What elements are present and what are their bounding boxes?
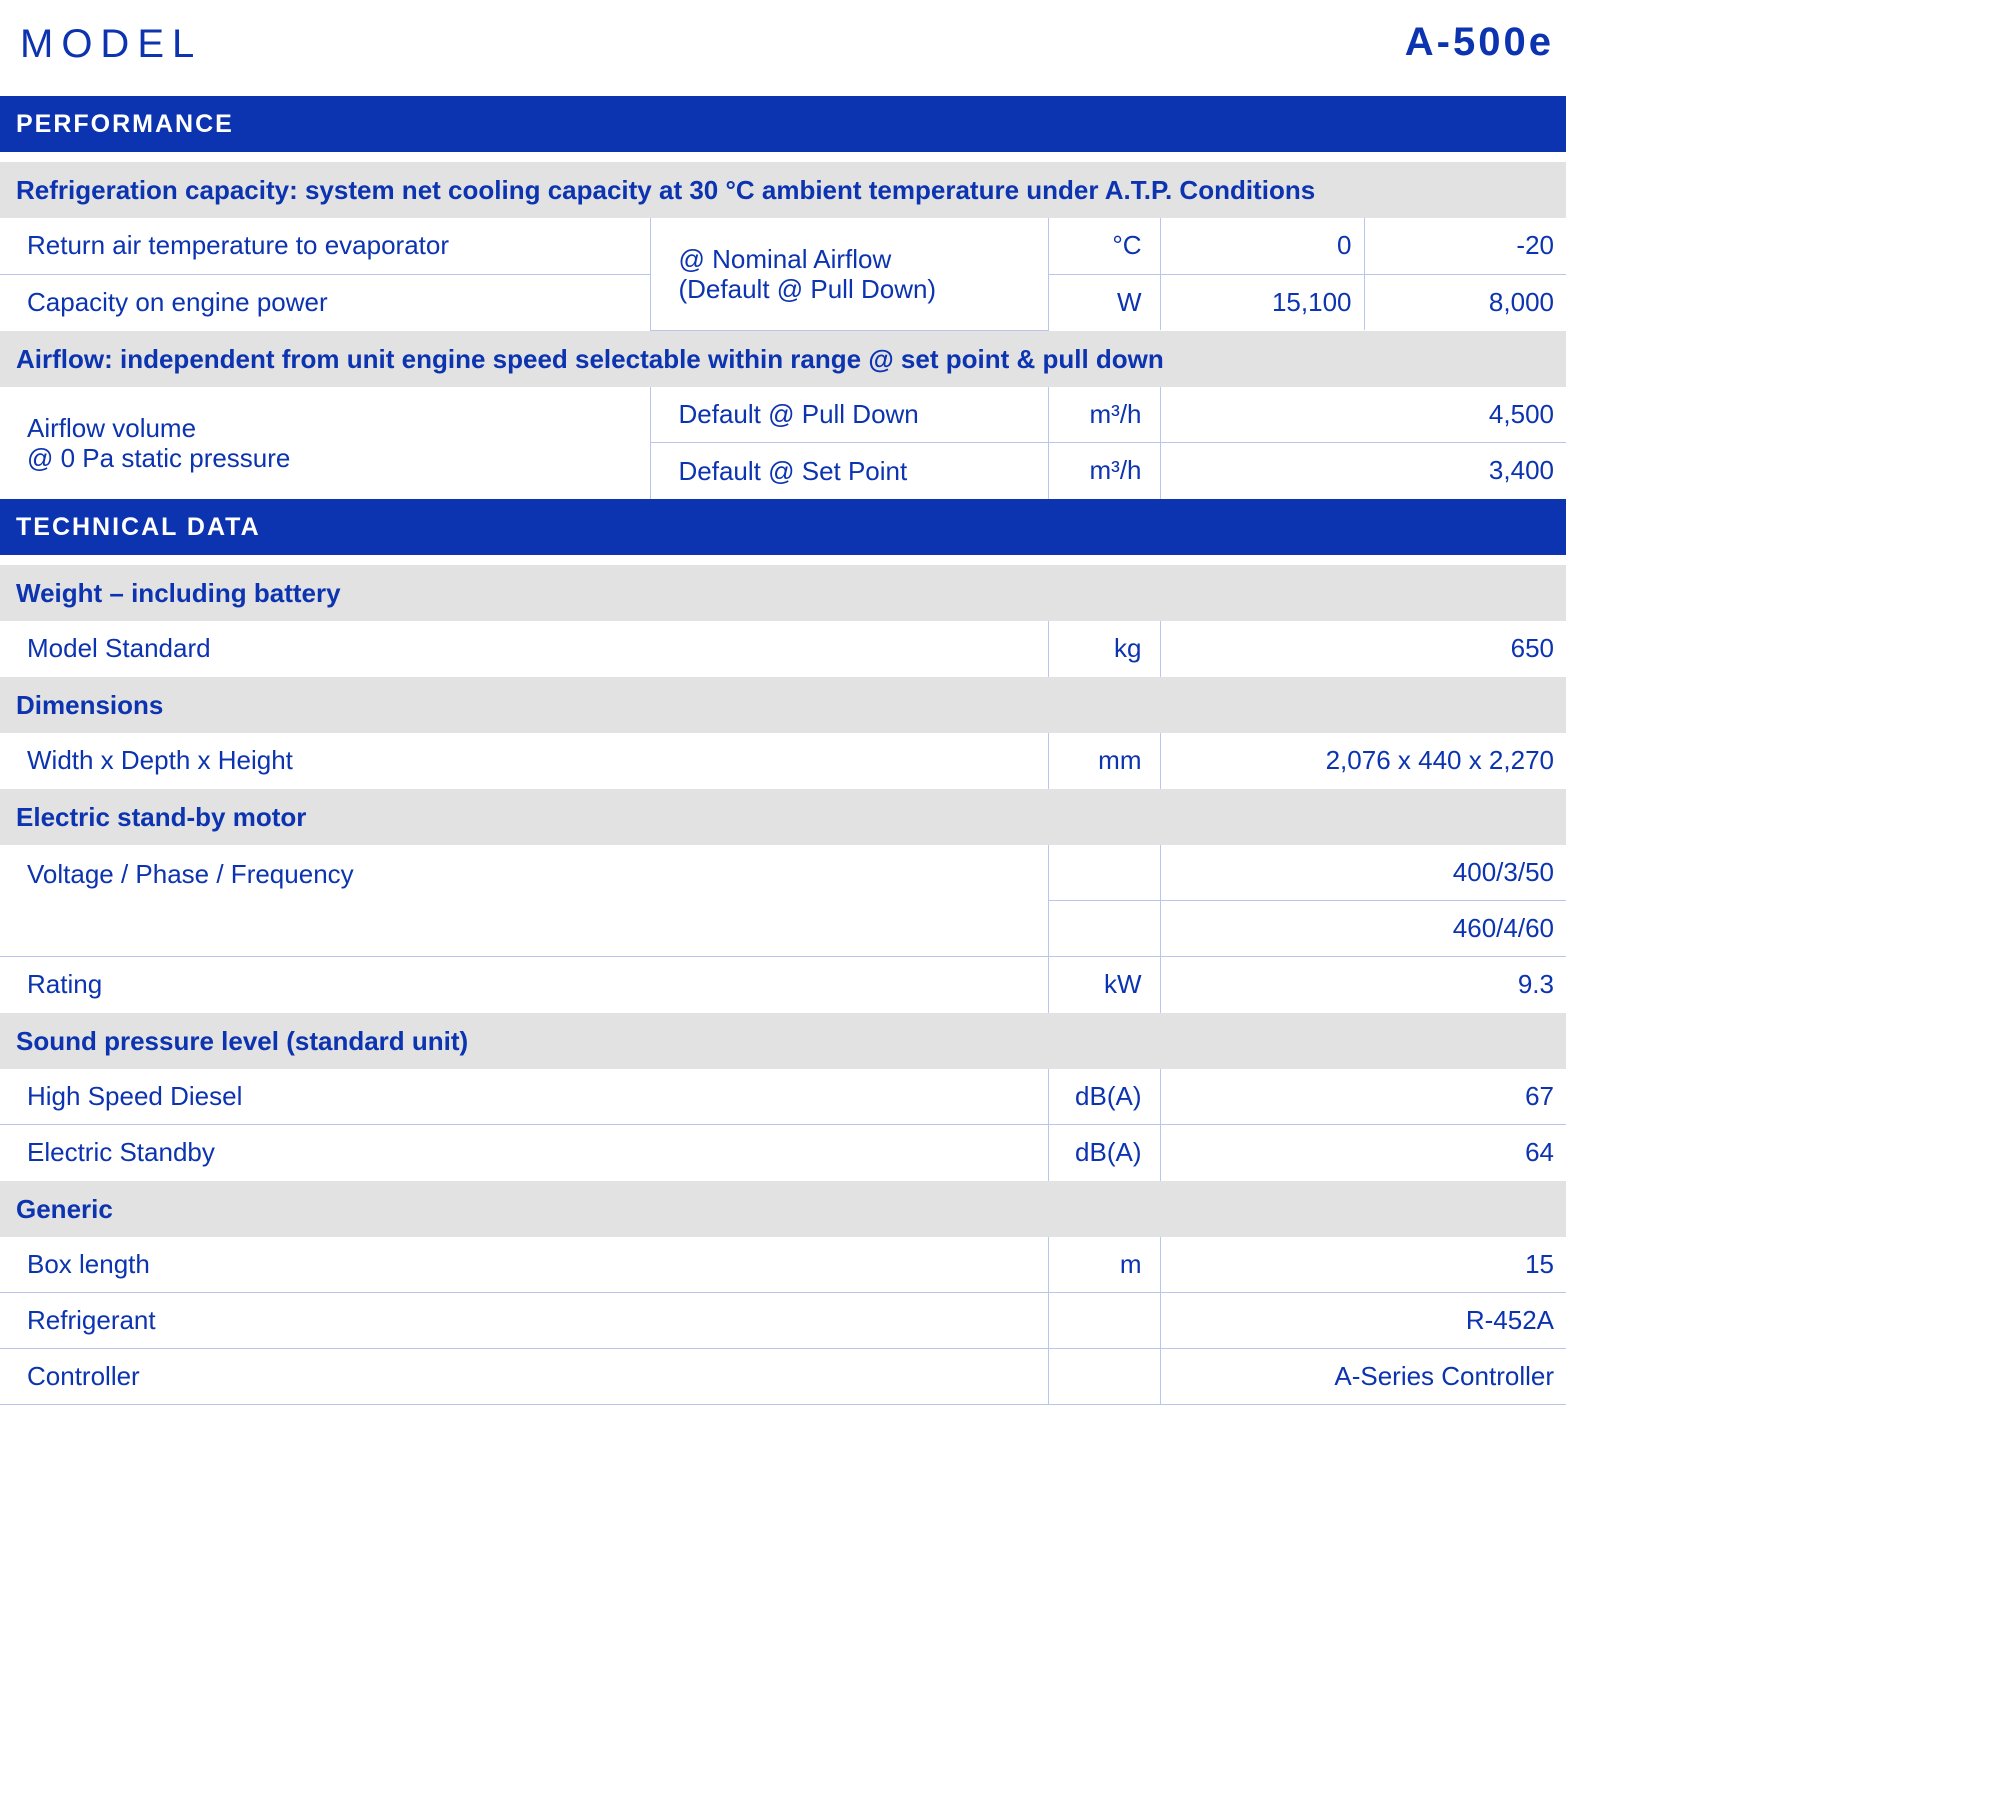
unit-cell: mm <box>1047 732 1160 789</box>
unit-cell: m³/h <box>1047 386 1160 443</box>
table-row: Refrigerant R-452A <box>0 1292 1566 1349</box>
value-cell: 650 <box>1159 620 1566 677</box>
row-label: Electric Standby <box>27 1137 215 1168</box>
value-cell: 15,100 <box>1159 274 1364 330</box>
row-label: Voltage / Phase / Frequency <box>0 844 1048 957</box>
table-row: Model Standard kg 650 <box>0 620 1566 677</box>
condition-cell: Default @ Set Point <box>649 442 1048 499</box>
value-cell: -20 <box>1363 218 1566 275</box>
unit-cell <box>1047 1292 1160 1349</box>
value-cell: 15 <box>1159 1236 1566 1293</box>
value-cell: 0 <box>1159 218 1364 275</box>
table-row: Voltage / Phase / Frequency 400/3/50 <box>0 844 1566 957</box>
condition-cell: Default @ Pull Down <box>649 386 1048 443</box>
group-sound-pressure: Sound pressure level (standard unit) <box>0 1012 1566 1069</box>
group-airflow: Airflow: independent from unit engine sp… <box>0 330 1566 387</box>
row-label: Rating <box>27 969 103 1000</box>
group-refrigeration-capacity: Refrigeration capacity: system net cooli… <box>0 162 1566 218</box>
row-label: Refrigerant <box>0 1292 1048 1349</box>
refrigeration-table: Return air temperature to evaporator @ N… <box>0 218 1566 331</box>
unit-cell: m³/h <box>1047 442 1160 499</box>
section-technical-data: TECHNICAL DATA <box>0 498 1566 555</box>
model-name: A-500e <box>1404 20 1554 64</box>
table-row: Rating kW 9.3 <box>0 956 1566 1013</box>
table-row: Electric Standby dB(A) 64 <box>0 1124 1566 1181</box>
value-cell: R-452A <box>1159 1292 1566 1349</box>
unit-cell: m <box>1047 1236 1160 1293</box>
unit-cell <box>1047 844 1160 901</box>
unit-cell: dB(A) <box>1047 1068 1160 1125</box>
sound-table: High Speed Diesel dB(A) 67 Electric Stan… <box>0 1068 1566 1181</box>
table-row: Box length m 15 <box>0 1236 1566 1293</box>
row-label: High Speed Diesel <box>0 1068 1048 1125</box>
unit-cell: °C <box>1047 218 1160 275</box>
row-label: Return air temperature to evaporator <box>0 218 650 275</box>
value-cell: 64 <box>1159 1124 1566 1181</box>
unit-cell: dB(A) <box>1047 1124 1160 1181</box>
value-cell: 67 <box>1159 1068 1566 1125</box>
group-electric-standby-motor: Electric stand-by motor <box>0 788 1566 845</box>
group-weight: Weight – including battery <box>0 564 1566 621</box>
label-line: @ 0 Pa static pressure <box>27 442 291 473</box>
dimensions-table: Width x Depth x Height mm 2,076 x 440 x … <box>0 732 1566 789</box>
condition-line: (Default @ Pull Down) <box>678 273 937 304</box>
value-cell: 2,076 x 440 x 2,270 <box>1159 732 1566 789</box>
value-cell: 4,500 <box>1159 386 1566 443</box>
motor-table: Voltage / Phase / Frequency 400/3/50 460… <box>0 844 1566 1013</box>
value-cell: 9.3 <box>1159 956 1566 1013</box>
condition-cell: @ Nominal Airflow (Default @ Pull Down) <box>649 218 1048 331</box>
value-cell: 460/4/60 <box>1159 900 1566 957</box>
generic-table: Box length m 15 Refrigerant R-452A Contr… <box>0 1236 1566 1405</box>
airflow-table: Airflow volume @ 0 Pa static pressure De… <box>0 386 1566 499</box>
table-row: Controller A-Series Controller <box>0 1348 1566 1405</box>
row-label: Width x Depth x Height <box>27 745 293 775</box>
unit-cell: W <box>1047 274 1160 330</box>
table-row: High Speed Diesel dB(A) 67 <box>0 1068 1566 1125</box>
row-label: Box length <box>0 1236 1048 1293</box>
spec-sheet: MODEL A-500e PERFORMANCE Refrigeration c… <box>0 0 1566 1405</box>
section-performance: PERFORMANCE <box>0 96 1566 152</box>
unit-cell <box>1047 1348 1160 1405</box>
row-label: Controller <box>0 1348 1048 1405</box>
value-cell: 3,400 <box>1159 442 1566 499</box>
model-heading: MODEL <box>20 22 203 66</box>
group-generic: Generic <box>0 1180 1566 1237</box>
row-label: Capacity on engine power <box>27 286 328 317</box>
value-cell: A-Series Controller <box>1159 1348 1566 1405</box>
value-cell: 400/3/50 <box>1159 844 1566 901</box>
row-label: Model Standard <box>27 633 211 663</box>
unit-cell: kg <box>1047 620 1160 677</box>
condition-line: @ Nominal Airflow <box>678 243 892 274</box>
title-row: MODEL A-500e <box>0 0 1566 96</box>
label-line: Airflow volume <box>27 412 197 443</box>
weight-table: Model Standard kg 650 <box>0 620 1566 677</box>
unit-cell: kW <box>1047 956 1160 1013</box>
table-row: Airflow volume @ 0 Pa static pressure De… <box>0 386 1566 473</box>
group-dimensions: Dimensions <box>0 676 1566 733</box>
table-row: Return air temperature to evaporator @ N… <box>0 218 1566 331</box>
value-cell: 8,000 <box>1363 274 1566 330</box>
row-label: Airflow volume @ 0 Pa static pressure <box>0 387 650 499</box>
unit-cell <box>1047 900 1160 957</box>
table-row: Width x Depth x Height mm 2,076 x 440 x … <box>0 732 1566 789</box>
